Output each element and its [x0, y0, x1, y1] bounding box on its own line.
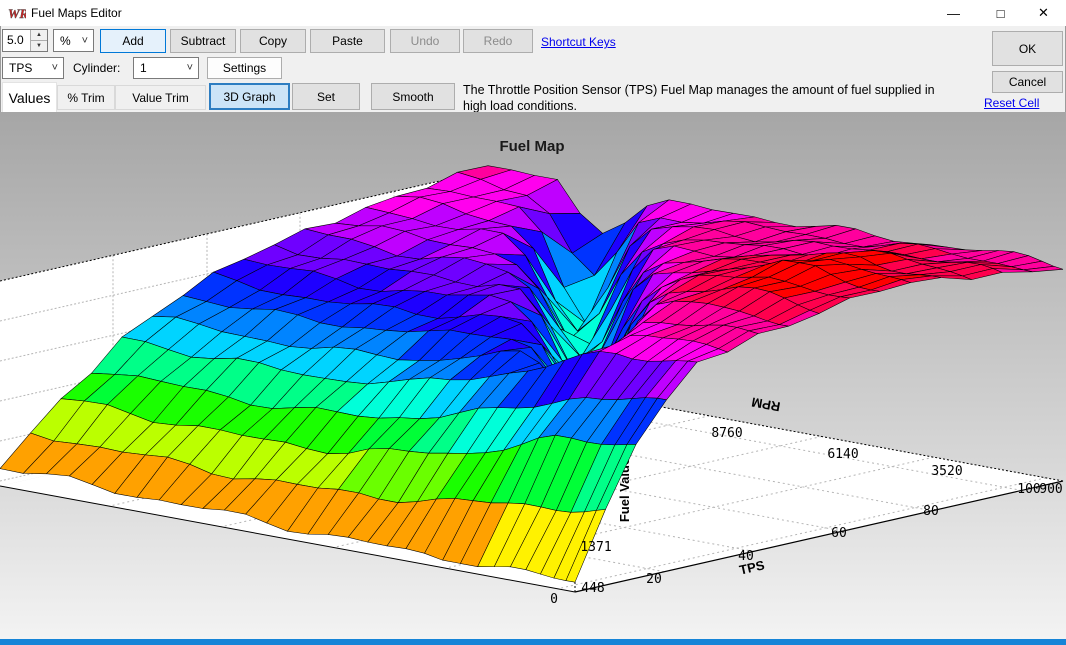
chevron-down-icon: ˅: [52, 62, 58, 74]
chevron-down-icon: ˅: [82, 35, 88, 47]
svg-text:Fuel Map: Fuel Map: [499, 138, 564, 155]
tab-values[interactable]: Values: [2, 82, 57, 112]
smooth-button[interactable]: Smooth: [371, 83, 455, 110]
svg-text:448: 448: [581, 581, 604, 596]
tab-value-trim[interactable]: Value Trim: [115, 85, 206, 110]
ok-button[interactable]: OK: [992, 31, 1063, 66]
svg-text:6140: 6140: [827, 447, 858, 462]
window-title: Fuel Maps Editor: [31, 6, 122, 20]
close-button[interactable]: ✕: [1021, 0, 1066, 26]
map-description: The Throttle Position Sensor (TPS) Fuel …: [463, 82, 983, 114]
app-logo-icon: WR: [8, 4, 26, 22]
paste-button[interactable]: Paste: [310, 29, 385, 53]
description-line1: The Throttle Position Sensor (TPS) Fuel …: [463, 83, 935, 97]
svg-text:8760: 8760: [711, 426, 742, 441]
minimize-button[interactable]: —: [931, 0, 976, 26]
spinner-down-icon[interactable]: ▼: [31, 41, 47, 51]
svg-text:900: 900: [1039, 482, 1062, 497]
svg-text:100: 100: [1017, 482, 1040, 497]
3d-graph-button[interactable]: 3D Graph: [209, 83, 290, 110]
window-bottom-edge: [0, 639, 1066, 645]
cylinder-label: Cylinder:: [73, 61, 120, 75]
map-type-selected: TPS: [9, 61, 32, 75]
cylinder-selected: 1: [140, 61, 147, 75]
maximize-button[interactable]: □: [978, 0, 1023, 26]
title-bar[interactable]: WR Fuel Maps Editor — □ ✕: [0, 0, 1066, 26]
chevron-down-icon: ˅: [187, 62, 193, 74]
shortcut-keys-link[interactable]: Shortcut Keys: [541, 35, 616, 49]
amount-value[interactable]: 5.0: [3, 30, 30, 51]
svg-text:3520: 3520: [931, 464, 962, 479]
undo-button[interactable]: Undo: [390, 29, 460, 53]
unit-dropdown[interactable]: % ˅: [53, 29, 94, 52]
svg-text:80: 80: [923, 504, 939, 519]
fuel-maps-editor-window: WR Fuel Maps Editor — □ ✕ 5.0 ▲ ▼ % ˅ Ad…: [0, 0, 1066, 645]
spinner-up-icon[interactable]: ▲: [31, 30, 47, 41]
tab-percent-trim[interactable]: % Trim: [57, 85, 115, 110]
settings-button[interactable]: Settings: [207, 57, 282, 79]
svg-text:20: 20: [646, 572, 662, 587]
svg-text:0: 0: [550, 592, 558, 607]
unit-selected: %: [60, 34, 71, 48]
svg-text:60: 60: [831, 526, 847, 541]
amount-spinner[interactable]: 5.0 ▲ ▼: [2, 29, 48, 52]
cylinder-dropdown[interactable]: 1 ˅: [133, 57, 199, 79]
redo-button[interactable]: Redo: [463, 29, 533, 53]
copy-button[interactable]: Copy: [240, 29, 306, 53]
svg-text:1371: 1371: [580, 540, 611, 555]
fuel-map-3d-chart[interactable]: Fuel Value487606140352090002040608010044…: [0, 112, 1066, 639]
cancel-button[interactable]: Cancel: [992, 71, 1063, 93]
set-button[interactable]: Set: [292, 83, 360, 110]
map-type-dropdown[interactable]: TPS ˅: [2, 57, 64, 79]
amount-spinner-arrows[interactable]: ▲ ▼: [30, 30, 47, 51]
description-line2: high load conditions.: [463, 99, 577, 113]
add-button[interactable]: Add: [100, 29, 166, 53]
subtract-button[interactable]: Subtract: [170, 29, 236, 53]
svg-text:WR: WR: [8, 6, 26, 21]
